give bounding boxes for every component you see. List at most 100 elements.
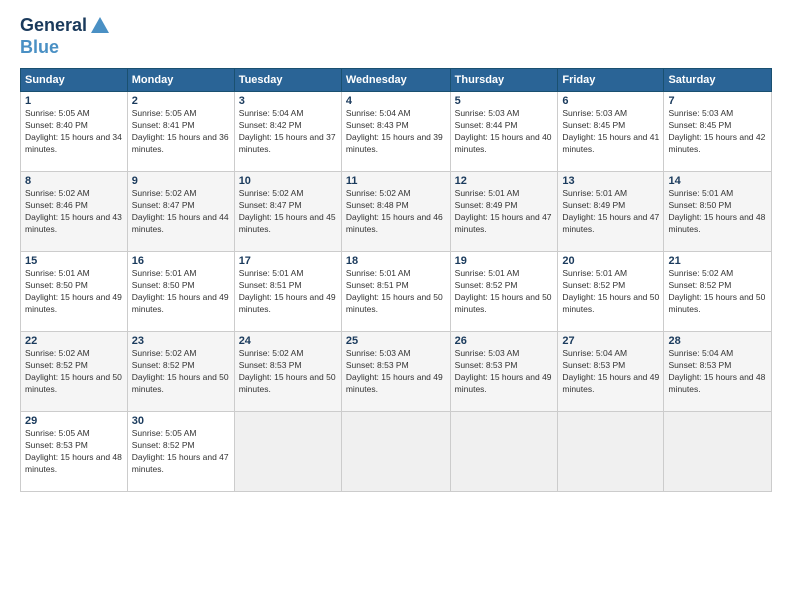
day-info: Sunrise: 5:05 AMSunset: 8:52 PMDaylight:… [132,428,229,474]
day-number: 6 [562,95,659,107]
day-info: Sunrise: 5:01 AMSunset: 8:50 PMDaylight:… [132,268,229,314]
day-number: 25 [346,335,446,347]
day-info: Sunrise: 5:02 AMSunset: 8:46 PMDaylight:… [25,188,122,234]
day-cell: 15Sunrise: 5:01 AMSunset: 8:50 PMDayligh… [21,252,128,332]
day-cell: 7Sunrise: 5:03 AMSunset: 8:45 PMDaylight… [664,92,772,172]
logo: General Blue [20,15,111,58]
day-cell: 11Sunrise: 5:02 AMSunset: 8:48 PMDayligh… [341,172,450,252]
day-info: Sunrise: 5:05 AMSunset: 8:40 PMDaylight:… [25,108,122,154]
day-number: 30 [132,415,230,427]
day-number: 4 [346,95,446,107]
day-number: 1 [25,95,123,107]
day-cell: 1Sunrise: 5:05 AMSunset: 8:40 PMDaylight… [21,92,128,172]
week-row-1: 1Sunrise: 5:05 AMSunset: 8:40 PMDaylight… [21,92,772,172]
day-info: Sunrise: 5:01 AMSunset: 8:49 PMDaylight:… [562,188,659,234]
weekday-header-saturday: Saturday [664,69,772,92]
day-cell: 13Sunrise: 5:01 AMSunset: 8:49 PMDayligh… [558,172,664,252]
day-info: Sunrise: 5:04 AMSunset: 8:43 PMDaylight:… [346,108,443,154]
day-info: Sunrise: 5:01 AMSunset: 8:50 PMDaylight:… [25,268,122,314]
day-info: Sunrise: 5:03 AMSunset: 8:44 PMDaylight:… [455,108,552,154]
day-info: Sunrise: 5:04 AMSunset: 8:53 PMDaylight:… [562,348,659,394]
day-info: Sunrise: 5:01 AMSunset: 8:51 PMDaylight:… [239,268,336,314]
day-cell: 16Sunrise: 5:01 AMSunset: 8:50 PMDayligh… [127,252,234,332]
day-cell: 24Sunrise: 5:02 AMSunset: 8:53 PMDayligh… [234,332,341,412]
day-cell: 28Sunrise: 5:04 AMSunset: 8:53 PMDayligh… [664,332,772,412]
day-cell: 20Sunrise: 5:01 AMSunset: 8:52 PMDayligh… [558,252,664,332]
week-row-4: 22Sunrise: 5:02 AMSunset: 8:52 PMDayligh… [21,332,772,412]
day-cell: 19Sunrise: 5:01 AMSunset: 8:52 PMDayligh… [450,252,558,332]
day-number: 16 [132,255,230,267]
weekday-header-row: SundayMondayTuesdayWednesdayThursdayFrid… [21,69,772,92]
day-cell: 12Sunrise: 5:01 AMSunset: 8:49 PMDayligh… [450,172,558,252]
logo-blue: Blue [20,37,111,58]
day-info: Sunrise: 5:01 AMSunset: 8:52 PMDaylight:… [455,268,552,314]
day-number: 19 [455,255,554,267]
day-cell [450,412,558,492]
day-number: 14 [668,175,767,187]
day-info: Sunrise: 5:02 AMSunset: 8:47 PMDaylight:… [132,188,229,234]
day-info: Sunrise: 5:01 AMSunset: 8:49 PMDaylight:… [455,188,552,234]
day-info: Sunrise: 5:03 AMSunset: 8:53 PMDaylight:… [455,348,552,394]
day-number: 9 [132,175,230,187]
day-info: Sunrise: 5:03 AMSunset: 8:45 PMDaylight:… [562,108,659,154]
day-info: Sunrise: 5:03 AMSunset: 8:45 PMDaylight:… [668,108,765,154]
day-info: Sunrise: 5:04 AMSunset: 8:42 PMDaylight:… [239,108,336,154]
day-cell: 2Sunrise: 5:05 AMSunset: 8:41 PMDaylight… [127,92,234,172]
day-cell: 23Sunrise: 5:02 AMSunset: 8:52 PMDayligh… [127,332,234,412]
logo-text: General [20,16,87,36]
day-number: 20 [562,255,659,267]
day-cell [341,412,450,492]
day-cell [234,412,341,492]
day-info: Sunrise: 5:02 AMSunset: 8:47 PMDaylight:… [239,188,336,234]
day-number: 5 [455,95,554,107]
day-cell: 21Sunrise: 5:02 AMSunset: 8:52 PMDayligh… [664,252,772,332]
week-row-3: 15Sunrise: 5:01 AMSunset: 8:50 PMDayligh… [21,252,772,332]
day-cell: 25Sunrise: 5:03 AMSunset: 8:53 PMDayligh… [341,332,450,412]
calendar-table: SundayMondayTuesdayWednesdayThursdayFrid… [20,68,772,492]
day-cell: 29Sunrise: 5:05 AMSunset: 8:53 PMDayligh… [21,412,128,492]
day-info: Sunrise: 5:01 AMSunset: 8:52 PMDaylight:… [562,268,659,314]
day-number: 2 [132,95,230,107]
day-info: Sunrise: 5:02 AMSunset: 8:48 PMDaylight:… [346,188,443,234]
page-header: General Blue [20,15,772,58]
day-number: 26 [455,335,554,347]
day-cell: 27Sunrise: 5:04 AMSunset: 8:53 PMDayligh… [558,332,664,412]
day-info: Sunrise: 5:01 AMSunset: 8:51 PMDaylight:… [346,268,443,314]
day-cell: 3Sunrise: 5:04 AMSunset: 8:42 PMDaylight… [234,92,341,172]
day-info: Sunrise: 5:02 AMSunset: 8:52 PMDaylight:… [25,348,122,394]
day-info: Sunrise: 5:02 AMSunset: 8:52 PMDaylight:… [668,268,765,314]
day-number: 21 [668,255,767,267]
weekday-header-monday: Monday [127,69,234,92]
weekday-header-tuesday: Tuesday [234,69,341,92]
day-cell: 9Sunrise: 5:02 AMSunset: 8:47 PMDaylight… [127,172,234,252]
day-cell: 30Sunrise: 5:05 AMSunset: 8:52 PMDayligh… [127,412,234,492]
day-number: 8 [25,175,123,187]
day-number: 18 [346,255,446,267]
day-info: Sunrise: 5:04 AMSunset: 8:53 PMDaylight:… [668,348,765,394]
day-cell [664,412,772,492]
day-info: Sunrise: 5:01 AMSunset: 8:50 PMDaylight:… [668,188,765,234]
day-cell: 5Sunrise: 5:03 AMSunset: 8:44 PMDaylight… [450,92,558,172]
day-number: 7 [668,95,767,107]
week-row-5: 29Sunrise: 5:05 AMSunset: 8:53 PMDayligh… [21,412,772,492]
day-number: 22 [25,335,123,347]
day-number: 17 [239,255,337,267]
day-info: Sunrise: 5:05 AMSunset: 8:41 PMDaylight:… [132,108,229,154]
day-number: 27 [562,335,659,347]
week-row-2: 8Sunrise: 5:02 AMSunset: 8:46 PMDaylight… [21,172,772,252]
day-cell: 6Sunrise: 5:03 AMSunset: 8:45 PMDaylight… [558,92,664,172]
day-number: 13 [562,175,659,187]
day-cell [558,412,664,492]
day-number: 10 [239,175,337,187]
day-info: Sunrise: 5:03 AMSunset: 8:53 PMDaylight:… [346,348,443,394]
day-cell: 10Sunrise: 5:02 AMSunset: 8:47 PMDayligh… [234,172,341,252]
weekday-header-friday: Friday [558,69,664,92]
day-info: Sunrise: 5:05 AMSunset: 8:53 PMDaylight:… [25,428,122,474]
day-number: 24 [239,335,337,347]
day-cell: 17Sunrise: 5:01 AMSunset: 8:51 PMDayligh… [234,252,341,332]
day-number: 3 [239,95,337,107]
day-info: Sunrise: 5:02 AMSunset: 8:52 PMDaylight:… [132,348,229,394]
day-cell: 18Sunrise: 5:01 AMSunset: 8:51 PMDayligh… [341,252,450,332]
day-cell: 22Sunrise: 5:02 AMSunset: 8:52 PMDayligh… [21,332,128,412]
weekday-header-sunday: Sunday [21,69,128,92]
